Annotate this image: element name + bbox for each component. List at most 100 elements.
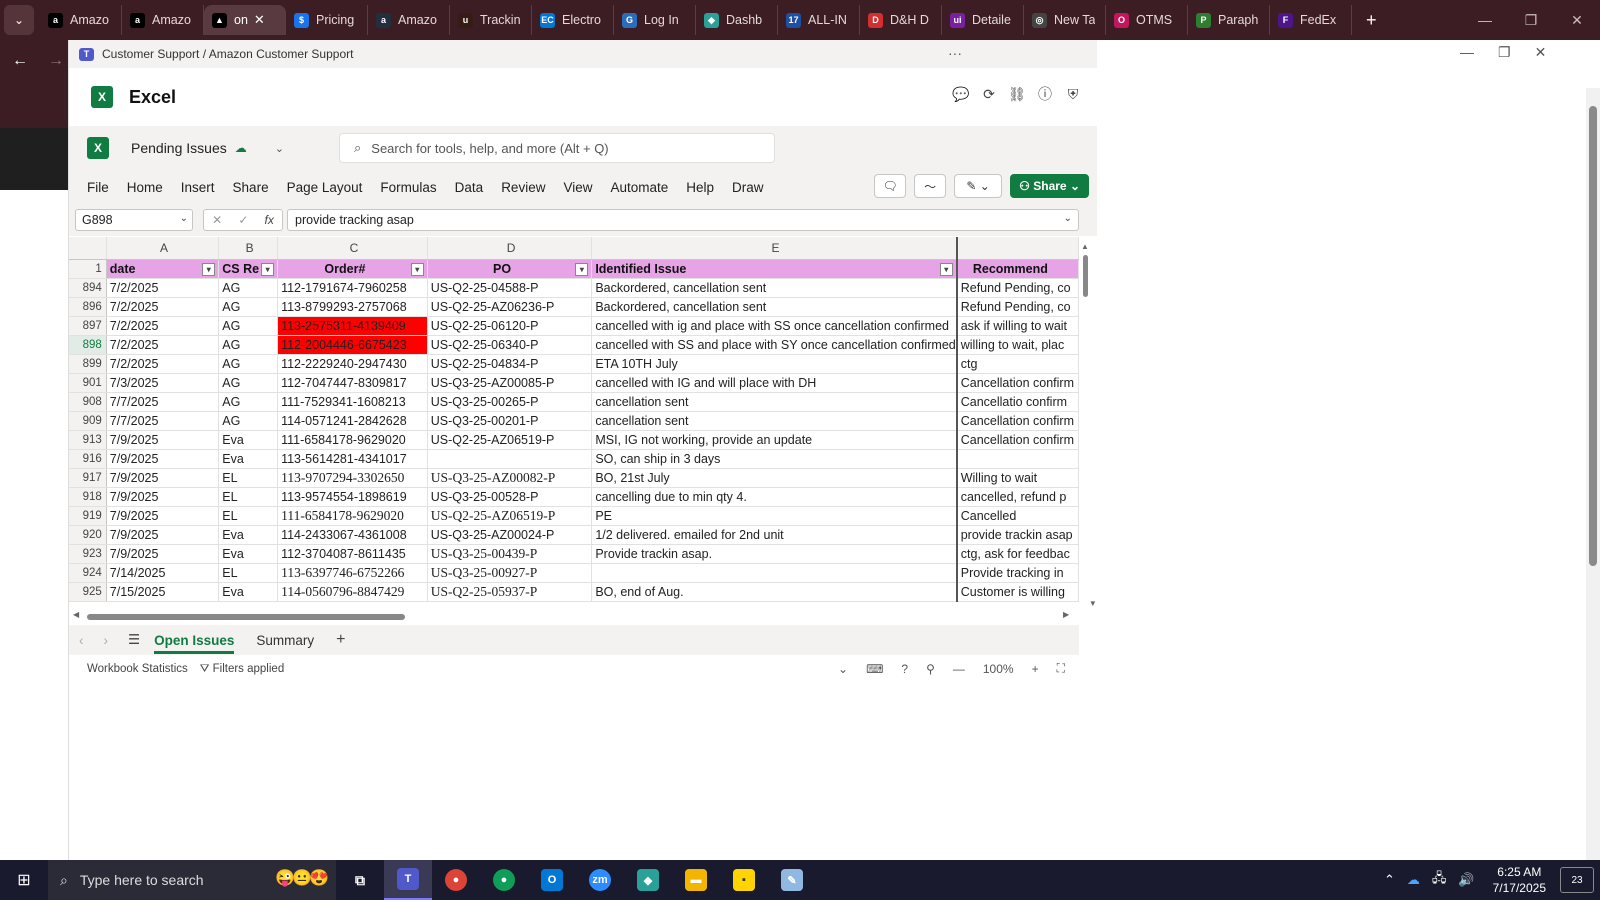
chrome-taskbar-icon[interactable]: ● [432,860,480,900]
cell-order[interactable]: 113-8799293-2757068 [277,297,428,317]
menu-item[interactable]: View [563,180,592,195]
browser-tab[interactable]: F FedEx [1270,5,1352,35]
cell-po[interactable]: US-Q2-25-06340-P [427,335,593,355]
column-header[interactable]: C [277,237,428,260]
cell-cs-rep[interactable]: Eva [218,544,279,564]
popup-minimize-button[interactable]: — [1460,44,1474,61]
cell-issue[interactable]: cancelled with SS and place with SY once… [591,335,958,355]
fullscreen-icon[interactable]: ⛶ [1057,661,1065,676]
cell-date[interactable]: 7/7/2025 [106,411,220,431]
browser-tab[interactable]: ◎ New Ta [1024,5,1106,35]
cell-date[interactable]: 7/2/2025 [106,316,220,336]
cell-po[interactable]: US-Q2-25-AZ06519-P [427,430,593,450]
menu-item[interactable]: Data [455,180,484,195]
forward-button[interactable]: → [48,52,64,70]
cell-date[interactable]: 7/9/2025 [106,544,220,564]
cell-issue[interactable]: cancelled with ig and place with SS once… [591,316,958,336]
cell-order[interactable]: 112-1791674-7960258 [277,278,428,298]
menu-item[interactable]: File [87,180,109,195]
page-scrollbar-thumb[interactable] [1589,106,1597,566]
cell-date[interactable]: 7/2/2025 [106,297,220,317]
cell-order[interactable]: 112-3704087-8611435 [277,544,428,564]
scroll-down-icon[interactable]: ▼ [1089,599,1097,608]
row-header[interactable]: 896 [69,297,107,317]
workbook-statistics[interactable]: Workbook Statistics [87,663,188,675]
cell-po[interactable]: US-Q3-25-00201-P [427,411,593,431]
cell-recommendation[interactable]: Cancelled [956,506,1079,526]
browser-tab[interactable]: $ Pricing [286,5,368,35]
cell-cs-rep[interactable]: AG [218,392,279,412]
clock[interactable]: 6:25 AM 7/17/2025 [1493,864,1546,896]
chevron-down-icon[interactable]: ⌄ [275,142,284,155]
cell-po[interactable]: US-Q2-25-06120-P [427,316,593,336]
zoom-taskbar-icon[interactable]: zm [576,860,624,900]
row-header[interactable]: 908 [69,392,107,412]
cell-order[interactable]: 113-2575311-4139409 [277,316,428,336]
cell-recommendation[interactable]: Cancellation confirm [956,411,1079,431]
cell-cs-rep[interactable]: Eva [218,525,279,545]
zoom-level[interactable]: 100% [983,662,1014,676]
cell-cs-rep[interactable]: EL [218,487,279,507]
cell-recommendation[interactable]: Refund Pending, co [956,297,1079,317]
browser-tab[interactable]: P Paraph [1188,5,1270,35]
row-header[interactable]: 916 [69,449,107,469]
outlook-taskbar-icon[interactable]: O [528,860,576,900]
column-header[interactable] [956,237,1079,260]
cell-issue[interactable]: PE [591,506,958,526]
cell-order[interactable]: 113-6397746-6752266 [277,563,428,583]
filter-dropdown-icon[interactable]: ▾ [410,262,424,276]
formula-input[interactable]: provide tracking asap ⌄ [287,209,1079,231]
cell-issue[interactable]: Backordered, cancellation sent [591,297,958,317]
cell-cs-rep[interactable]: AG [218,278,279,298]
browser-tab[interactable]: ▲ on ✕ [204,5,286,35]
row-header[interactable]: 901 [69,373,107,393]
cell-recommendation[interactable]: ctg, ask for feedbac [956,544,1079,564]
info-icon[interactable]: ⓘ [1037,86,1053,102]
start-button[interactable]: ⊞ [0,860,48,900]
cell-order[interactable]: 112-2004446-6675423 [277,335,428,355]
share-button[interactable]: ⚇ Share ⌄ [1010,174,1089,198]
cell-po[interactable] [427,449,593,469]
restore-button[interactable]: ❐ [1508,0,1554,40]
scroll-left-icon[interactable]: ◀ [73,610,79,619]
browser-tab[interactable]: G Log In [614,5,696,35]
header-cell[interactable]: date ▾ [106,259,220,279]
expand-formula-icon[interactable]: ⌄ [1064,213,1072,224]
cell-recommendation[interactable]: Customer is willing [956,582,1079,602]
cell-issue[interactable] [591,563,958,583]
chevron-down-icon[interactable]: ⌄ [838,662,848,676]
menu-item[interactable]: Draw [732,180,764,195]
row-header[interactable]: 897 [69,316,107,336]
header-cell[interactable]: CS Re ▾ [218,259,279,279]
search-input[interactable]: ⌕ Search for tools, help, and more (Alt … [339,133,775,163]
cell-order[interactable]: 111-6584178-9629020 [277,506,428,526]
next-sheet-icon[interactable]: › [104,633,109,648]
cell-date[interactable]: 7/2/2025 [106,278,220,298]
cell-recommendation[interactable]: Willing to wait [956,468,1079,488]
spreadsheet-grid[interactable]: A B C D E 1 date ▾ CS Re ▾ Order# ▾ PO ▾ Identified Is… [69,237,1079,657]
row-header[interactable]: 925 [69,582,107,602]
help-icon[interactable]: ? [901,662,908,676]
browser-tab[interactable]: a Amazo [122,5,204,35]
back-button[interactable]: ← [12,52,28,70]
cell-recommendation[interactable]: Cancellation confirm [956,430,1079,450]
cell-po[interactable]: US-Q3-25-00927-P [427,563,593,583]
row-header[interactable]: 894 [69,278,107,298]
browser-tab[interactable]: ui Detaile [942,5,1024,35]
grid-horizontal-scrollbar[interactable]: ◀ ▶ [73,610,1073,622]
cell-cs-rep[interactable]: AG [218,354,279,374]
file-explorer-taskbar-icon[interactable]: ▬ [672,860,720,900]
chevron-down-icon[interactable]: ⌄ [180,213,188,224]
column-header[interactable]: B [218,237,279,260]
cell-order[interactable]: 114-0560796-8847429 [277,582,428,602]
link-icon[interactable]: ⛓ [1008,86,1026,102]
shield-icon[interactable]: ⛨ [1065,86,1081,102]
editing-mode-button[interactable]: ✎ ⌄ [954,174,1003,198]
scroll-right-icon[interactable]: ▶ [1063,610,1069,619]
cell-date[interactable]: 7/2/2025 [106,335,220,355]
notepad-taskbar-icon[interactable]: ✎ [768,860,816,900]
cell-issue[interactable]: cancellation sent [591,392,958,412]
minimize-button[interactable]: — [1462,0,1508,40]
menu-item[interactable]: Page Layout [287,180,363,195]
cell-cs-rep[interactable]: AG [218,335,279,355]
